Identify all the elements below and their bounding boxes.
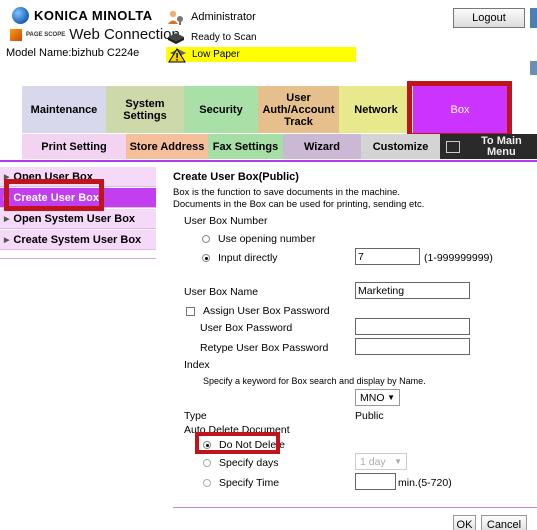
scanner-icon xyxy=(168,33,184,44)
scan-status-text: Ready to Scan xyxy=(191,31,257,43)
specify-time-radio[interactable] xyxy=(203,479,211,487)
warning-icon xyxy=(168,47,186,62)
scan-status: Ready to Scan xyxy=(166,29,257,45)
sidebar-item-open-system-user-box[interactable]: ▶ Open System User Box xyxy=(0,209,156,229)
specify-days-label: Specify days xyxy=(219,457,279,469)
cancel-button[interactable]: Cancel xyxy=(481,515,527,530)
specify-days-radio[interactable] xyxy=(203,459,211,467)
subtab-print-setting[interactable]: Print Setting xyxy=(22,134,126,159)
globe-icon xyxy=(12,7,29,24)
tab-maintenance[interactable]: Maintenance xyxy=(22,86,106,133)
arrow-right-icon: ▶ xyxy=(4,236,10,244)
subtab-customize[interactable]: Customize xyxy=(361,134,440,159)
do-not-delete-highlight xyxy=(195,432,280,454)
retype-password-label: Retype User Box Password xyxy=(200,342,329,354)
box-name-input[interactable]: Marketing xyxy=(355,282,470,299)
page-scope-label: PAGE SCOPE xyxy=(26,31,66,38)
assign-password-label: Assign User Box Password xyxy=(203,305,330,317)
time-input[interactable] xyxy=(355,473,396,490)
time-range: min.(5-720) xyxy=(398,477,452,489)
input-directly-option[interactable]: Input directly xyxy=(202,252,278,264)
box-number-label: User Box Number xyxy=(184,215,268,227)
index-label: Index xyxy=(184,359,210,371)
sidebar-divider xyxy=(0,258,156,259)
box-number-range: (1-999999999) xyxy=(424,252,493,264)
opening-number-label: Use opening number xyxy=(218,233,316,245)
model-name: Model Name:bizhub C224e xyxy=(6,47,140,59)
index-hint: Specify a keyword for Box search and dis… xyxy=(203,376,426,386)
konica-minolta-logo: KONICA MINOLTA xyxy=(12,7,153,24)
tab-network[interactable]: Network xyxy=(339,86,413,133)
dropdown-arrow-icon: ▼ xyxy=(394,457,402,466)
form-divider xyxy=(173,507,537,508)
help-icon[interactable] xyxy=(530,8,537,28)
subtab-store-address[interactable]: Store Address xyxy=(126,134,208,159)
sidebar-item-label: Open System User Box xyxy=(13,212,136,225)
sidebar-item-label: Create System User Box xyxy=(13,233,142,246)
tab-user-auth[interactable]: User Auth/Account Track xyxy=(258,86,339,133)
specify-days-option[interactable]: Specify days xyxy=(203,457,279,469)
brand-name: KONICA MINOLTA xyxy=(34,8,153,23)
specify-time-label: Specify Time xyxy=(219,477,280,489)
web-connection-logo: PAGE SCOPE Web Connection xyxy=(10,26,180,43)
paper-status-bar: Low Paper xyxy=(166,47,356,62)
tab-system-settings[interactable]: System Settings xyxy=(106,86,184,133)
assign-password-option[interactable]: Assign User Box Password xyxy=(186,305,330,317)
input-directly-label: Input directly xyxy=(218,252,278,264)
to-main-menu-button[interactable]: To Main Menu xyxy=(440,134,537,159)
retype-password-input[interactable] xyxy=(355,338,470,355)
assign-password-checkbox[interactable] xyxy=(186,306,195,316)
paper-status: Low Paper xyxy=(166,47,356,62)
description-line-1: Box is the function to save documents in… xyxy=(173,187,401,198)
pagescope-icon xyxy=(10,28,22,41)
subtab-fax-settings[interactable]: Fax Settings xyxy=(208,134,283,159)
user-indicator: Administrator xyxy=(166,9,256,25)
page-title: Create User Box(Public) xyxy=(173,171,299,183)
create-user-box-highlight xyxy=(4,179,104,211)
type-label: Type xyxy=(184,410,207,422)
arrow-right-icon: ▶ xyxy=(4,215,10,223)
subtab-wizard[interactable]: Wizard xyxy=(283,134,361,159)
refresh-icon[interactable] xyxy=(530,61,537,75)
sidebar-item-create-system-user-box[interactable]: ▶ Create System User Box xyxy=(0,230,156,250)
dropdown-arrow-icon: ▼ xyxy=(387,393,395,402)
days-select-value: 1 day xyxy=(360,455,386,468)
main-menu-icon xyxy=(446,140,460,153)
opening-number-option[interactable]: Use opening number xyxy=(202,233,315,245)
logout-button[interactable]: Logout xyxy=(453,8,525,28)
index-select-value: MNO xyxy=(360,391,385,404)
header-divider xyxy=(0,160,537,162)
to-main-menu-label: To Main Menu xyxy=(481,134,522,158)
index-select[interactable]: MNO ▼ xyxy=(355,389,400,406)
paper-status-text: Low Paper xyxy=(192,49,240,60)
ok-button[interactable]: OK xyxy=(453,515,476,530)
tab-security[interactable]: Security xyxy=(184,86,258,133)
admin-user-icon xyxy=(168,10,183,25)
password-input[interactable] xyxy=(355,318,470,335)
web-connection-label: Web Connection xyxy=(69,26,180,43)
input-directly-radio[interactable] xyxy=(202,254,210,262)
specify-time-option[interactable]: Specify Time xyxy=(203,477,279,489)
box-name-label: User Box Name xyxy=(184,286,259,298)
box-number-input[interactable]: 7 xyxy=(355,248,420,265)
opening-number-radio[interactable] xyxy=(202,235,210,243)
description-line-2: Documents in the Box can be used for pri… xyxy=(173,199,425,210)
box-tab-highlight xyxy=(407,81,512,138)
days-select[interactable]: 1 day ▼ xyxy=(355,453,407,470)
password-label: User Box Password xyxy=(200,322,293,334)
user-name: Administrator xyxy=(191,11,256,23)
type-value: Public xyxy=(355,410,384,422)
